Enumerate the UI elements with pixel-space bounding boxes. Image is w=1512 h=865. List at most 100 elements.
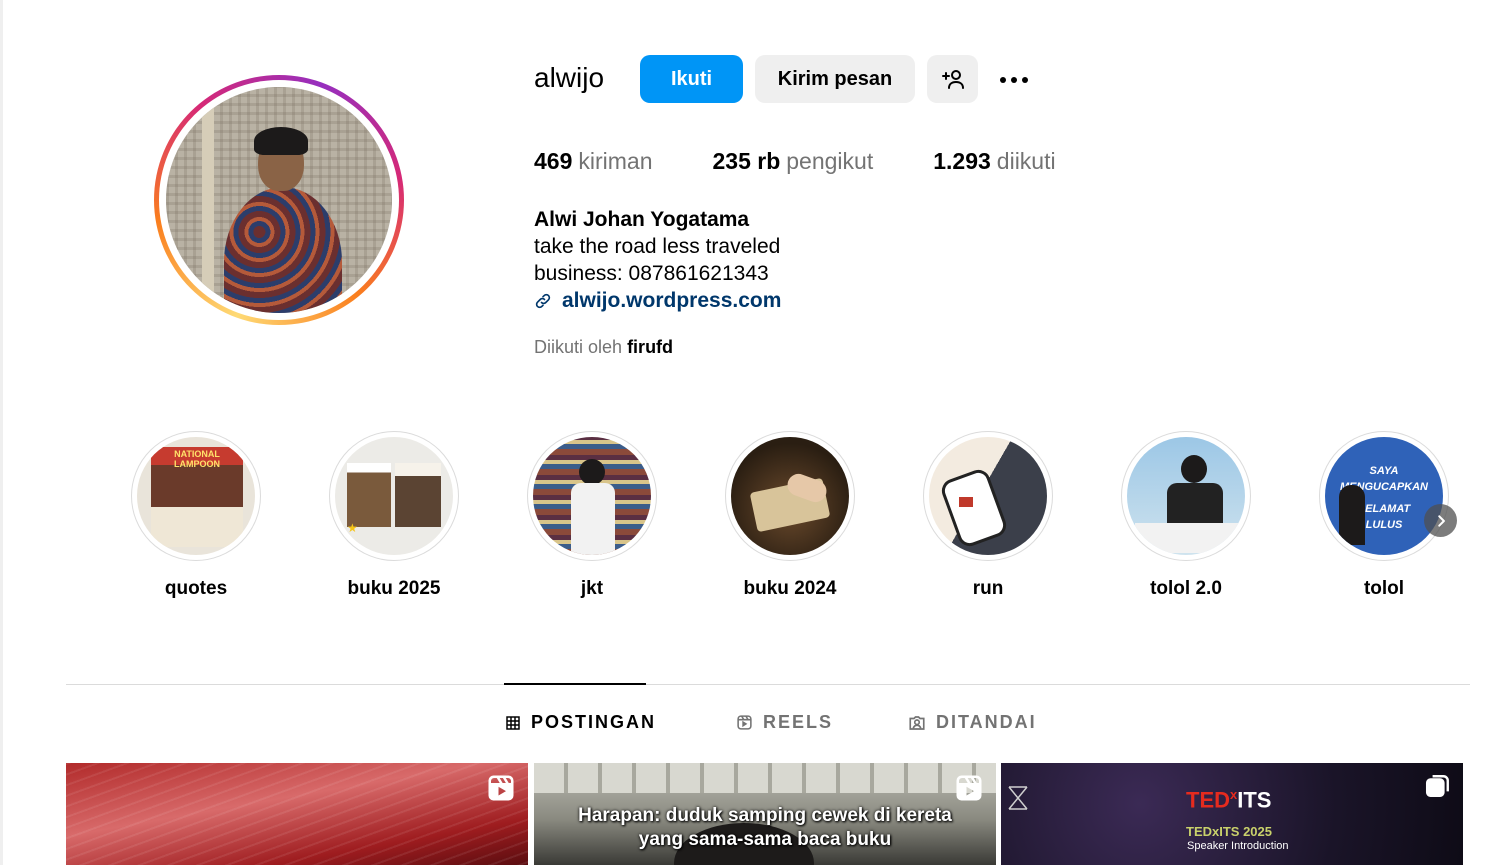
person-shirt (571, 483, 615, 555)
avatar-hair (254, 127, 308, 155)
highlight-label: buku 2024 (743, 578, 837, 599)
sneaker (938, 466, 1010, 550)
highlights-next-button[interactable] (1424, 504, 1457, 537)
add-person-icon (941, 70, 964, 89)
carousel-icon (1425, 775, 1449, 797)
window-edge (0, 0, 3, 865)
book-cover-left (347, 463, 391, 527)
tab-reels[interactable]: REELS (736, 712, 833, 733)
tedx-brand: TEDxITS (1186, 787, 1271, 813)
highlight-cover: SAYA MENGUCAPKAN SELAMAT LULUS (1325, 437, 1443, 555)
posts-stat: 469 kiriman (534, 148, 653, 175)
post-caption: Harapan: duduk samping cewek di kereta (578, 805, 952, 826)
tab-posts[interactable]: POSTINGAN (505, 712, 656, 733)
highlight-quotes[interactable]: NATIONAL LAMPOON quotes (131, 431, 261, 599)
followed-by[interactable]: Diikuti oleh firufd (534, 337, 673, 358)
person (1339, 485, 1365, 545)
profile-avatar-story-ring[interactable] (154, 75, 404, 325)
table (1135, 523, 1239, 553)
magazine-masthead: NATIONAL LAMPOON (174, 449, 220, 469)
follow-button[interactable]: Ikuti (640, 55, 743, 103)
highlight-cover (731, 437, 849, 555)
tab-tagged[interactable]: DITANDAI (908, 712, 1037, 733)
highlight-buku-2025[interactable]: ★ buku 2025 (329, 431, 459, 599)
reels-icon (737, 715, 752, 730)
post-thumbnail[interactable]: Harapan: duduk samping cewek di kereta y… (534, 763, 996, 865)
person-head (1181, 455, 1207, 483)
highlight-cover (533, 437, 651, 555)
tab-label: POSTINGAN (531, 712, 657, 732)
following-count: 1.293 (933, 148, 991, 174)
post-thumbnail[interactable] (66, 763, 528, 865)
posts-count: 469 (534, 148, 573, 174)
sneaker-accent (959, 497, 973, 507)
chevron-right-icon (1437, 514, 1445, 527)
profile-full-name: Alwi Johan Yogatama (534, 208, 750, 231)
highlight-label: buku 2025 (347, 578, 441, 599)
send-message-button[interactable]: Kirim pesan (755, 55, 915, 103)
more-dot-icon (1000, 77, 1006, 83)
highlight-buku-2024[interactable]: buku 2024 (725, 431, 855, 599)
following-label: diikuti (996, 148, 1056, 174)
highlight-label: quotes (164, 578, 228, 599)
ted-word: TED (1186, 787, 1230, 813)
its-word: ITS (1237, 787, 1272, 813)
banner-line: SAYA (1369, 465, 1399, 477)
followed-by-prefix: Diikuti oleh (534, 337, 623, 357)
post-thumbnail[interactable]: TEDxITS TEDxITS 2025 Speaker Introductio… (1001, 763, 1463, 865)
post-caption: yang sama-sama baca buku (638, 829, 892, 850)
bio-link-text: alwijo.wordpress.com (562, 289, 782, 312)
avatar-inner (159, 80, 399, 320)
highlight-ring (923, 431, 1053, 561)
more-dot-icon (1022, 77, 1028, 83)
highlight-tolol-2[interactable]: tolol 2.0 (1121, 431, 1251, 599)
highlight-label: tolol (1363, 578, 1405, 599)
reel-icon (956, 775, 982, 801)
tedx-subtitle: TEDxITS 2025 (1186, 824, 1272, 839)
person-head (579, 459, 605, 485)
tab-label: DITANDAI (936, 712, 1037, 732)
tab-label: REELS (763, 712, 834, 732)
more-dot-icon (1011, 77, 1017, 83)
tagged-icon (909, 715, 925, 730)
tabs-divider (66, 684, 1470, 685)
link-icon (535, 293, 551, 309)
followed-by-user: firufd (627, 337, 674, 357)
bio-link[interactable]: alwijo.wordpress.com (534, 289, 781, 313)
highlight-ring: NATIONAL LAMPOON (131, 431, 261, 561)
highlight-ring (527, 431, 657, 561)
highlight-ring: ★ (329, 431, 459, 561)
followers-label: pengikut (786, 148, 874, 174)
highlight-cover (929, 437, 1047, 555)
book-cover-right (395, 463, 441, 527)
following-stat[interactable]: 1.293 diikuti (933, 148, 1055, 175)
more-options-button[interactable] (996, 66, 1032, 94)
highlight-label: run (972, 578, 1004, 599)
highlight-label: tolol 2.0 (1150, 578, 1222, 599)
bio-line: business: 087861621343 (534, 262, 769, 285)
highlight-ring (725, 431, 855, 561)
highlight-run[interactable]: run (923, 431, 1053, 599)
highlight-cover: NATIONAL LAMPOON (137, 437, 255, 555)
star-icon: ★ (347, 521, 358, 535)
followers-count: 235 rb (712, 148, 781, 174)
active-tab-indicator (504, 683, 646, 685)
highlight-cover: ★ (335, 437, 453, 555)
tedx-logo-icon (1008, 786, 1028, 810)
bio-line: take the road less traveled (534, 235, 781, 258)
avatar-batik-shirt (224, 187, 342, 313)
train-ceiling (534, 763, 996, 793)
posts-label: kiriman (578, 148, 653, 174)
highlight-cover (1127, 437, 1245, 555)
suggested-accounts-button[interactable] (927, 55, 978, 103)
highlight-ring (1121, 431, 1251, 561)
highlight-jkt[interactable]: jkt (527, 431, 657, 599)
avatar (166, 87, 392, 313)
highlight-tolol[interactable]: SAYA MENGUCAPKAN SELAMAT LULUS tolol (1319, 431, 1449, 599)
grid-icon (506, 715, 520, 730)
highlight-ring: SAYA MENGUCAPKAN SELAMAT LULUS (1319, 431, 1449, 561)
highlight-label: jkt (580, 578, 604, 599)
followers-stat[interactable]: 235 rb pengikut (713, 148, 874, 175)
reel-icon (488, 775, 514, 801)
profile-stats: 469 kiriman 235 rb pengikut 1.293 diikuti (534, 148, 1116, 175)
